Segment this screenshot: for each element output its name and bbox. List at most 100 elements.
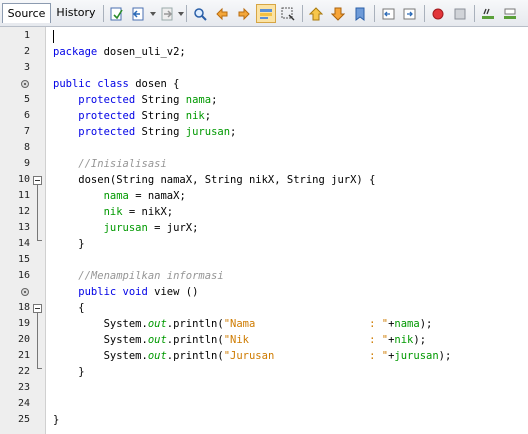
code-token: "Jurusan : " [223,350,389,362]
override-marker-icon[interactable] [21,288,29,296]
code-line[interactable]: public void view () [53,284,198,300]
code-line[interactable]: public class dosen { [53,76,179,92]
code-token: jurusan [394,350,439,362]
code-token: //Inisialisasi [53,158,167,170]
code-line[interactable]: { [53,300,85,316]
code-token: .println( [166,318,224,330]
code-token: { [53,302,85,314]
toolbar-separator [302,5,303,22]
find-previous-icon[interactable] [212,4,232,23]
code-line[interactable]: jurusan = jurX; [53,220,199,236]
code-token: out [147,334,167,346]
code-token: String [141,110,186,122]
line-number: 21 [17,350,30,361]
toggle-rect-selection-icon[interactable] [278,4,298,23]
line-number: 3 [23,62,30,73]
comment-icon[interactable] [478,4,498,23]
code-token: dosen { [135,78,180,90]
code-line[interactable]: dosen(String namaX, String nikX, String … [53,172,375,188]
code-token: ; [204,110,212,122]
shift-right-icon[interactable] [400,4,420,23]
code-token: nik [394,334,414,346]
fold-guide-end [37,368,42,369]
code-token: = namaX; [128,190,186,202]
code-line[interactable]: protected String nik; [53,108,211,124]
next-bookmark-icon[interactable] [328,4,348,23]
code-line[interactable]: System.out.println("Nik : "+nik); [53,332,426,348]
line-number: 6 [23,110,30,121]
forward-icon[interactable] [157,4,177,23]
code-token: public void [53,286,155,298]
code-line[interactable]: nik = nikX; [53,204,174,220]
code-line[interactable]: } [53,412,59,428]
code-line[interactable]: } [53,364,84,380]
last-edit-icon[interactable] [107,4,127,23]
code-token: System. [53,334,148,346]
toggle-bookmark-icon[interactable] [350,4,370,23]
line-number: 7 [23,126,30,137]
line-number: 8 [23,142,30,153]
code-token: nik [103,206,123,218]
code-line[interactable]: //Inisialisasi [53,156,167,172]
line-number: 16 [17,270,30,281]
line-number: 13 [17,222,30,233]
stop-macro-icon[interactable] [450,4,470,23]
line-number: 12 [17,206,30,217]
toolbar-separator [474,5,475,22]
toolbar-separator [374,5,375,22]
fold-collapse-icon[interactable] [33,304,42,313]
back-dropdown-icon[interactable] [150,12,156,16]
code-line[interactable]: nama = namaX; [53,188,186,204]
code-token: public class [53,78,136,90]
code-token: .println( [166,350,224,362]
toolbar-separator [103,5,104,22]
uncomment-icon[interactable] [500,4,520,23]
code-line[interactable]: package dosen_uli_v2; [53,44,186,60]
code-token: out [147,350,167,362]
code-token: "Nama : " [223,318,389,330]
override-marker-icon[interactable] [21,80,29,88]
code-editor[interactable]: package dosen_uli_v2;public class dosen … [46,27,528,434]
code-token: dosen_uli_v2; [103,46,186,58]
code-token: view () [154,286,199,298]
back-icon[interactable] [129,4,149,23]
line-number: 18 [17,302,30,313]
tab-history[interactable]: History [53,3,99,23]
code-line[interactable]: System.out.println("Jurusan : "+jurusan)… [53,348,452,364]
code-line[interactable]: protected String nama; [53,92,217,108]
line-number: 15 [17,254,30,265]
code-token: out [147,318,167,330]
fold-guide-end [37,240,42,241]
code-token: jurusan [103,222,148,234]
code-line[interactable]: //Menampilkan informasi [53,268,223,284]
start-macro-icon[interactable] [428,4,448,23]
line-number: 14 [17,238,30,249]
code-token: nik [185,110,205,122]
code-token: = jurX; [147,222,199,234]
find-next-icon[interactable] [234,4,254,23]
forward-dropdown-icon[interactable] [178,12,184,16]
code-line[interactable]: protected String jurusan; [53,124,236,140]
fold-collapse-icon[interactable] [33,176,42,185]
code-line[interactable]: System.out.println("Nama : "+nama); [53,316,433,332]
tab-source[interactable]: Source [2,3,51,23]
toggle-highlight-icon[interactable] [256,4,276,23]
line-number: 22 [17,366,30,377]
toolbar-separator [186,5,187,22]
code-token: jurusan [185,126,231,138]
code-token: System. [53,350,148,362]
shift-left-icon[interactable] [378,4,398,23]
code-line[interactable]: } [53,236,84,252]
code-token: System. [53,318,148,330]
line-number: 10 [17,174,30,185]
line-number: 2 [23,46,30,57]
previous-bookmark-icon[interactable] [306,4,326,23]
line-number: 11 [17,190,30,201]
code-token: .println( [166,334,224,346]
code-token: String [141,94,186,106]
find-icon[interactable] [190,4,210,23]
code-token: } [53,414,60,426]
code-token: nama [394,318,420,330]
code-token: dosen(String namaX, String nikX, String … [53,174,376,186]
